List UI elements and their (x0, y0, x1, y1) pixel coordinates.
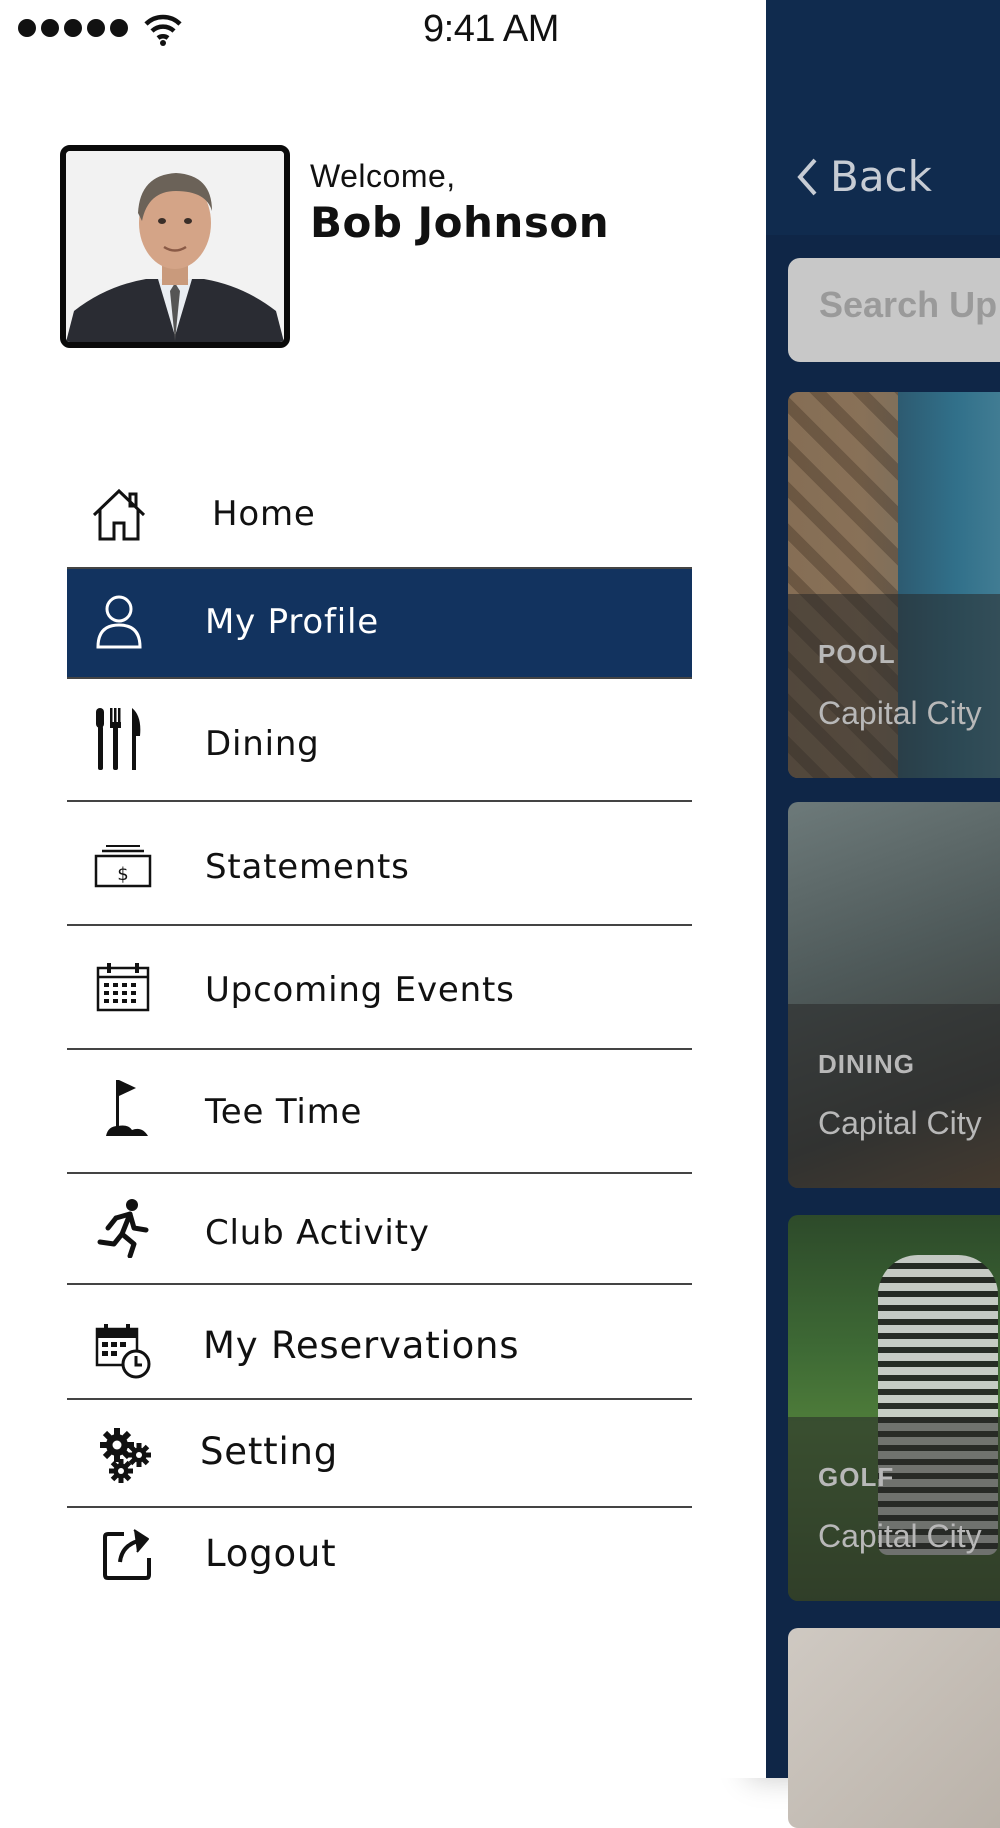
card-name: Capital City (818, 695, 982, 731)
signal-dots-icon (18, 19, 128, 37)
calendar-icon (93, 957, 153, 1017)
menu-item-label: Statements (205, 847, 410, 887)
dining-card[interactable]: DINING Capital City (788, 802, 1000, 1188)
partial-card[interactable] (788, 1628, 1000, 1828)
menu-item-upcoming-events[interactable]: Upcoming Events (67, 935, 692, 1045)
back-label: Back (830, 152, 932, 201)
avatar[interactable] (60, 145, 290, 348)
calendar-clock-icon (93, 1321, 153, 1381)
card-category: DINING (818, 1049, 915, 1079)
side-drawer: 9:41 AM Welcome, Bob Johnson Home My Pro… (0, 0, 766, 1778)
status-bar: 9:41 AM (0, 0, 760, 60)
menu-divider (67, 1283, 692, 1285)
menu-divider (67, 1398, 692, 1400)
menu-divider (67, 1048, 692, 1050)
chevron-left-icon (797, 158, 817, 195)
user-icon (89, 591, 149, 651)
menu-item-label: Logout (205, 1532, 337, 1575)
background-screen: Back Search Up POOL Capital City DINING … (766, 0, 1000, 1828)
menu-item-label: Setting (200, 1430, 339, 1473)
card-name: Capital City (818, 1518, 982, 1554)
menu-item-label: Upcoming Events (205, 970, 515, 1010)
home-icon (89, 485, 149, 545)
menu-item-logout[interactable]: Logout (67, 1510, 692, 1605)
menu-item-my-profile[interactable]: My Profile (67, 569, 692, 677)
menu-item-tee-time[interactable]: Tee Time (67, 1058, 692, 1168)
menu-divider (67, 677, 692, 679)
menu-item-dining[interactable]: Dining (67, 689, 692, 799)
search-input[interactable]: Search Up (788, 258, 1000, 362)
back-button[interactable]: Back (796, 152, 932, 201)
menu-item-label: Dining (205, 724, 320, 764)
menu-item-statements[interactable]: $ Statements (67, 812, 692, 922)
menu-item-home[interactable]: Home (67, 482, 692, 567)
menu-item-setting[interactable]: Setting (67, 1403, 692, 1501)
user-name: Bob Johnson (310, 198, 610, 247)
welcome-text: Welcome, (310, 158, 456, 194)
avatar-photo (66, 151, 284, 342)
search-placeholder: Search Up (819, 284, 998, 325)
golf-flag-icon (97, 1078, 157, 1138)
card-name: Capital City (818, 1105, 982, 1141)
card-category: POOL (818, 639, 896, 669)
pool-card[interactable]: POOL Capital City (788, 392, 1000, 778)
golf-card[interactable]: GOLF Capital City (788, 1215, 1000, 1601)
menu-item-label: Club Activity (205, 1213, 430, 1253)
menu-divider (67, 1172, 692, 1174)
menu-item-club-activity[interactable]: Club Activity (67, 1180, 692, 1283)
menu-item-label: Tee Time (205, 1092, 363, 1132)
menu-divider (67, 1506, 692, 1508)
gears-icon (97, 1425, 157, 1485)
menu-item-label: My Reservations (203, 1324, 520, 1367)
card-category: GOLF (818, 1462, 895, 1492)
clock-time: 9:41 AM (423, 8, 559, 50)
menu-divider (67, 567, 692, 569)
menu-item-label: Home (212, 494, 316, 534)
bill-icon: $ (93, 836, 153, 896)
background-nav-bar: Back (766, 0, 1000, 235)
menu-divider (67, 924, 692, 926)
wifi-icon (144, 14, 182, 46)
cutlery-icon (89, 708, 149, 770)
menu-item-my-reservations[interactable]: My Reservations (67, 1295, 692, 1399)
running-icon (93, 1198, 153, 1258)
menu-divider (67, 800, 692, 802)
svg-text:$: $ (117, 864, 128, 885)
menu-item-label: My Profile (205, 602, 379, 642)
logout-icon (99, 1524, 159, 1584)
